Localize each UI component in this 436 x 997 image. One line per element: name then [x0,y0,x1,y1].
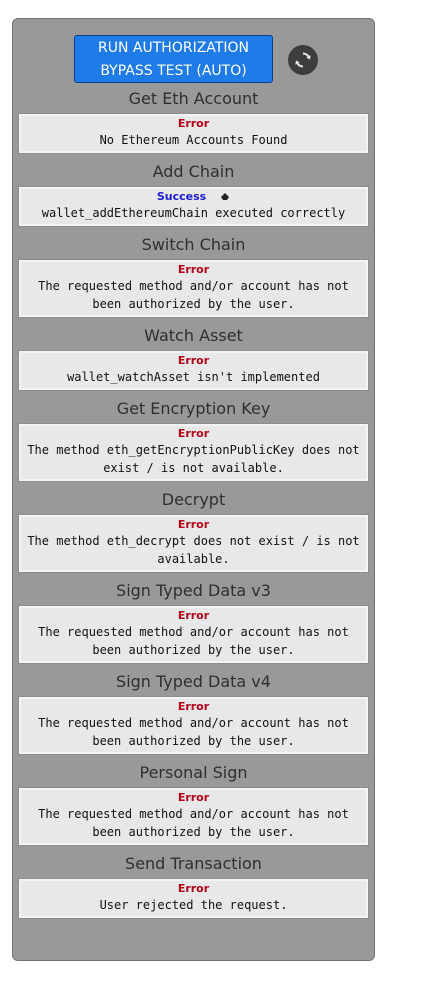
refresh-button[interactable] [288,45,318,75]
result-box: Success wallet_addEthereumChain executed … [18,186,369,227]
section-title: Decrypt [161,490,226,509]
error-status: Error [25,518,362,532]
result-box: Error The method eth_decrypt does not exi… [18,514,369,573]
error-status: Error [25,263,362,277]
section-title: Add Chain [152,162,235,181]
success-status: Success [25,190,362,204]
result-box: Error The requested method and/or account… [18,605,369,664]
section-title: Send Transaction [125,854,262,873]
run-authorization-bypass-test-button[interactable]: RUN AUTHORIZATION BYPASS TEST (AUTO) [74,35,273,83]
section-title: Switch Chain [141,235,246,254]
status-label: Success [156,190,207,203]
error-status: Error [25,117,362,131]
status-label: Error [177,882,210,895]
section-title: Get Eth Account [128,89,259,108]
section-title: Sign Typed Data v4 [116,672,271,691]
section-title: Personal Sign [139,763,248,782]
status-label: Error [177,263,210,276]
toolbar: RUN AUTHORIZATION BYPASS TEST (AUTO) [13,19,374,87]
result-box: Error User rejected the request. [18,878,369,919]
loading-icon [221,193,230,200]
result-box: Error No Ethereum Accounts Found [18,113,369,154]
result-message: The requested method and/or account has … [38,625,349,657]
result-message: The requested method and/or account has … [38,807,349,839]
refresh-icon [295,52,311,68]
status-label: Error [177,354,210,367]
result-box: Error wallet_watchAsset isn't implemented [18,350,369,391]
result-box: Error The method eth_getEncryptionPublicK… [18,423,369,482]
status-label: Error [177,518,210,531]
result-box: Error The requested method and/or account… [18,696,369,755]
error-status: Error [25,427,362,441]
error-status: Error [25,700,362,714]
result-message: User rejected the request. [99,898,288,912]
result-message: No Ethereum Accounts Found [99,133,288,147]
result-message: The method eth_getEncryptionPublicKey do… [27,443,360,475]
error-status: Error [25,791,362,805]
results-list: Get Eth Account Error No Ethereum Accounts… [13,87,374,925]
result-message: wallet_addEthereumChain executed correct… [41,206,346,220]
result-box: Error The requested method and/or account… [18,259,369,318]
result-box: Error The requested method and/or account… [18,787,369,846]
error-status: Error [25,882,362,896]
section-title: Get Encryption Key [116,399,271,418]
result-message: The method eth_decrypt does not exist / … [27,534,360,566]
result-message: wallet_watchAsset isn't implemented [67,370,320,384]
section-title: Sign Typed Data v3 [116,581,271,600]
status-label: Error [177,791,210,804]
status-label: Error [177,700,210,713]
test-panel: RUN AUTHORIZATION BYPASS TEST (AUTO) Get… [12,18,375,961]
result-message: The requested method and/or account has … [38,716,349,748]
status-label: Error [177,427,210,440]
status-label: Error [177,609,210,622]
section-title: Watch Asset [144,326,243,345]
result-message: The requested method and/or account has … [38,279,349,311]
status-label: Error [177,117,210,130]
error-status: Error [25,609,362,623]
error-status: Error [25,354,362,368]
